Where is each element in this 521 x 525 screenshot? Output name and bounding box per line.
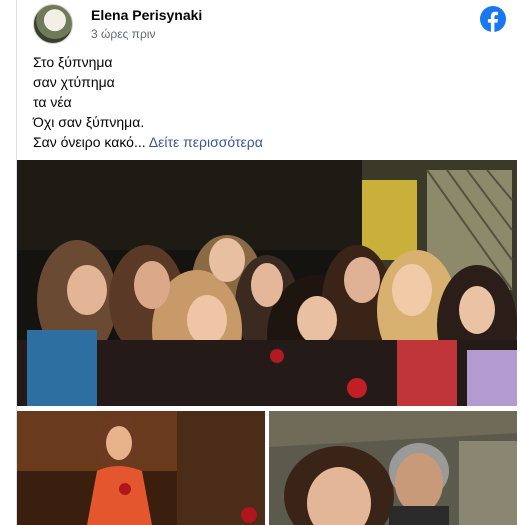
post-text-line: Όχι σαν ξύπνημα.	[33, 114, 145, 130]
post-text-line: Στο ξύπνημα	[33, 54, 113, 70]
post-text-line: Σαν όνειρο κακό...	[33, 134, 146, 150]
group-photo[interactable]	[17, 160, 517, 406]
post-text-line-last: Σαν όνειρο κακό... Δείτε περισσότερα	[33, 132, 493, 152]
photo-dancer[interactable]	[17, 411, 265, 525]
author-avatar[interactable]	[33, 4, 73, 44]
post-card: Elena Perisynaki 3 ώρες πριν Στο ξύπνημα…	[16, 0, 521, 525]
author-name[interactable]: Elena Perisynaki	[91, 7, 202, 23]
post-text-line: σαν χτύπημα	[33, 74, 115, 90]
see-more-link[interactable]: Δείτε περισσότερα	[149, 134, 263, 150]
post-header: Elena Perisynaki 3 ώρες πριν	[33, 4, 521, 44]
post-timestamp[interactable]: 3 ώρες πριν	[91, 27, 155, 41]
photo-selfie[interactable]	[269, 411, 517, 525]
facebook-icon	[480, 6, 506, 32]
post-text: Στο ξύπνημα σαν χτύπημα τα νέα Όχι σαν ξ…	[33, 52, 493, 152]
post-text-line: τα νέα	[33, 94, 72, 110]
